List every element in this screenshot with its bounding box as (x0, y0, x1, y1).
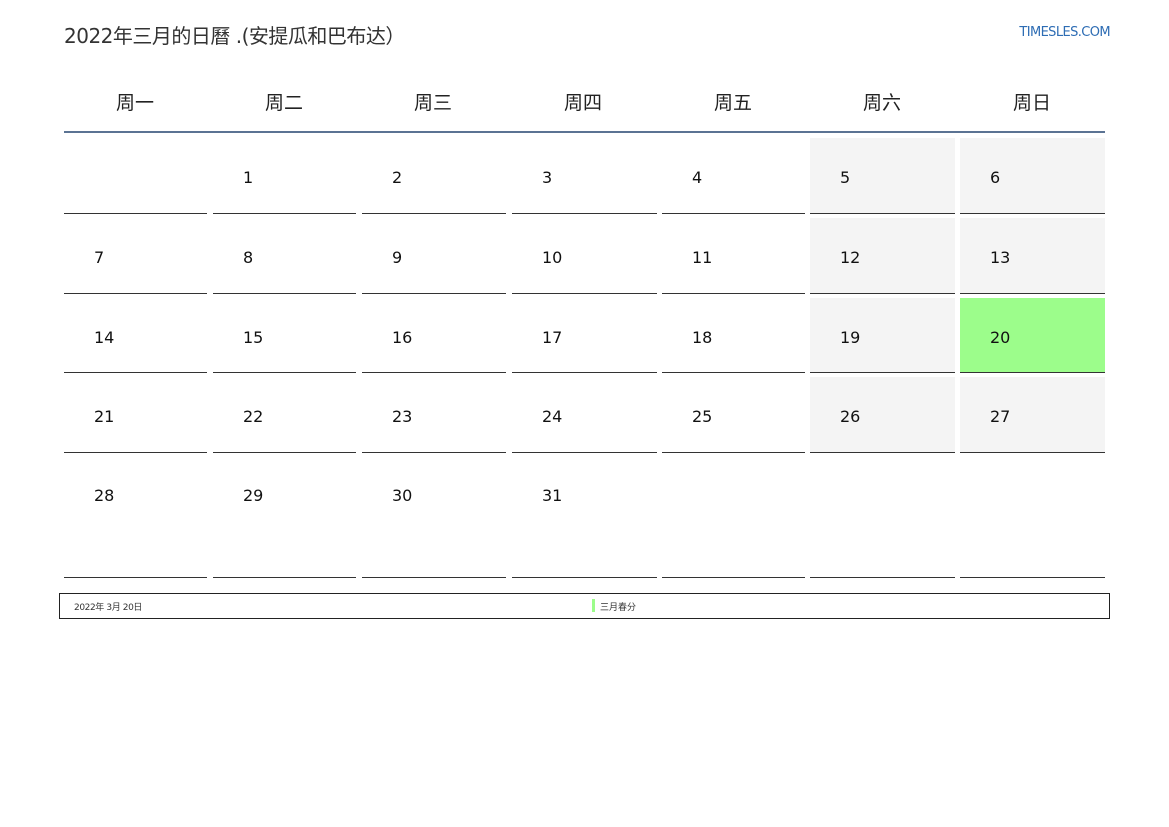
day-cell: 13 (960, 218, 1105, 294)
day-number: 25 (692, 407, 713, 426)
day-number: 8 (243, 248, 254, 267)
weekday-thu: 周四 (563, 92, 602, 114)
weekday-mon: 周一 (115, 92, 154, 114)
weekday-fri: 周五 (713, 92, 752, 114)
day-cell: 21 (64, 377, 207, 453)
day-cell: 17 (512, 298, 657, 373)
day-number: 26 (840, 407, 861, 426)
day-cell: 22 (213, 377, 356, 453)
day-number: 21 (94, 407, 115, 426)
day-number: 4 (692, 168, 703, 187)
day-cell: 9 (362, 218, 506, 294)
legend-event: 三月春分 (600, 603, 637, 613)
day-cell: 7 (64, 218, 207, 294)
day-number: 28 (94, 486, 115, 505)
day-number: 24 (542, 407, 563, 426)
day-cell: 1 (213, 138, 356, 214)
day-number: 11 (692, 248, 713, 267)
day-cell: 8 (213, 218, 356, 294)
day-number: 20 (990, 328, 1011, 347)
weekday-sat: 周六 (862, 92, 901, 114)
day-number: 14 (94, 328, 115, 347)
day-cell: 4 (662, 138, 805, 214)
day-cell: 18 (662, 298, 805, 373)
day-cell: 23 (362, 377, 506, 453)
day-number: 15 (243, 328, 264, 347)
day-number: 13 (990, 248, 1011, 267)
day-cell: 5 (810, 138, 955, 214)
day-number: 12 (840, 248, 861, 267)
day-number: 2 (392, 168, 403, 187)
day-cell: 25 (662, 377, 805, 453)
day-cell: 14 (64, 298, 207, 373)
weekday-tue: 周二 (264, 92, 303, 114)
site-link[interactable]: TIMESLES.COM (1019, 25, 1110, 40)
day-cell: 27 (960, 377, 1105, 453)
holiday-legend: 2022年 3月 20日 三月春分 (59, 593, 1110, 619)
day-number: 31 (542, 486, 563, 505)
day-cell: 26 (810, 377, 955, 453)
day-cell: 28 (64, 456, 207, 578)
day-number: 30 (392, 486, 413, 505)
day-number: 3 (542, 168, 553, 187)
day-number: 27 (990, 407, 1011, 426)
day-cell: 11 (662, 218, 805, 294)
day-number: 5 (840, 168, 851, 187)
day-cell: 24 (512, 377, 657, 453)
day-cell: 31 (512, 456, 657, 578)
day-cell: 10 (512, 218, 657, 294)
day-cell (960, 456, 1105, 578)
day-number: 16 (392, 328, 413, 347)
day-cell: 20 (960, 298, 1105, 373)
day-cell: 12 (810, 218, 955, 294)
day-number: 29 (243, 486, 264, 505)
day-cell: 16 (362, 298, 506, 373)
day-cell (810, 456, 955, 578)
day-cell: 29 (213, 456, 356, 578)
day-cell: 2 (362, 138, 506, 214)
day-number: 7 (94, 248, 105, 267)
day-cell: 3 (512, 138, 657, 214)
day-cell (662, 456, 805, 578)
day-cell (64, 138, 207, 214)
day-number: 10 (542, 248, 563, 267)
day-cell: 30 (362, 456, 506, 578)
day-cell: 19 (810, 298, 955, 373)
day-number: 6 (990, 168, 1001, 187)
day-number: 18 (692, 328, 713, 347)
day-cell: 15 (213, 298, 356, 373)
weekday-header: 周一 周二 周三 周四 周五 周六 周日 (64, 74, 1105, 133)
weekday-sun: 周日 (1012, 92, 1051, 114)
day-number: 1 (243, 168, 254, 187)
day-number: 19 (840, 328, 861, 347)
legend-date: 2022年 3月 20日 (74, 603, 143, 613)
weekday-wed: 周三 (413, 92, 452, 114)
day-number: 22 (243, 407, 264, 426)
page-title: 2022年三月的日曆 .(安提瓜和巴布达） (64, 24, 405, 48)
day-number: 17 (542, 328, 563, 347)
legend-color-marker (592, 599, 595, 612)
day-cell: 6 (960, 138, 1105, 214)
day-number: 9 (392, 248, 403, 267)
day-number: 23 (392, 407, 413, 426)
